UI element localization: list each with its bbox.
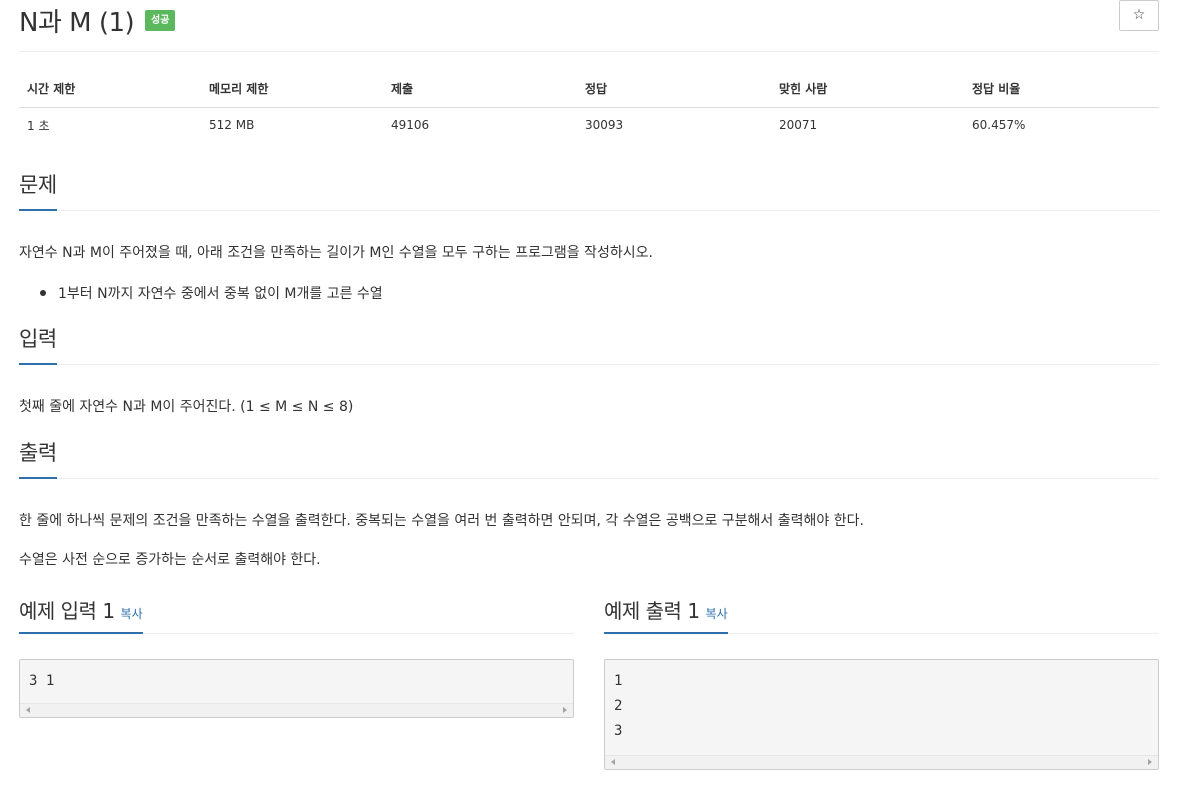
star-icon: ☆ <box>1132 7 1146 23</box>
sample-output-box[interactable]: 1 2 3 <box>604 659 1159 770</box>
header-time-limit: 시간 제한 <box>19 70 201 108</box>
sample-output-title: 예제 출력 1 <box>604 599 700 623</box>
status-badge: 성공 <box>145 10 176 31</box>
output-headline: 출력 <box>19 437 1159 479</box>
scroll-left-icon[interactable] <box>26 707 30 713</box>
accept-ratio-value: 60.457% <box>972 118 1026 133</box>
input-heading: 입력 <box>19 323 57 365</box>
list-item: 1부터 N까지 자연수 중에서 중복 없이 M개를 고른 수열 <box>40 283 383 303</box>
sample-output-headline: 예제 출력 1 복사 <box>604 596 1159 634</box>
sample-input-line: 3 1 <box>29 673 55 689</box>
sample-input-box[interactable]: 3 1 <box>19 659 574 718</box>
problem-header: N과 M (1) 성공 ☆ <box>19 0 1159 52</box>
description-text: 자연수 N과 M이 주어졌을 때, 아래 조건을 만족하는 길이가 M인 수열을… <box>19 245 653 261</box>
problem-info-table: 시간 제한 메모리 제한 제출 정답 맞힌 사람 정답 비율 1 초 512 M… <box>19 70 1159 143</box>
output-text: 한 줄에 하나씩 문제의 조건을 만족하는 수열을 출력한다. 중복되는 수열을… <box>19 513 864 529</box>
submissions-value: 49106 <box>391 118 430 133</box>
input-headline: 입력 <box>19 323 1159 365</box>
header-memory-limit: 메모리 제한 <box>201 70 383 108</box>
header-solved-users: 맞힌 사람 <box>771 70 964 108</box>
page-title: N과 M (1) <box>19 8 135 38</box>
sample-input-headline: 예제 입력 1 복사 <box>19 596 574 634</box>
sample-input-title: 예제 입력 1 <box>19 599 115 623</box>
table-row: 1 초 512 MB 49106 30093 20071 60.457% <box>19 107 1159 143</box>
input-text: 첫째 줄에 자연수 N과 M이 주어진다. (1 ≤ M ≤ N ≤ 8) <box>19 399 354 415</box>
scroll-right-icon[interactable] <box>563 707 567 713</box>
scroll-left-icon[interactable] <box>611 759 615 765</box>
description-heading: 문제 <box>19 169 57 211</box>
bullet-icon <box>40 290 46 296</box>
time-limit-value: 1 초 <box>27 118 50 133</box>
sample-output-line: 1 <box>614 673 623 689</box>
list-item-text: 1부터 N까지 자연수 중에서 중복 없이 M개를 고른 수열 <box>58 286 383 302</box>
output-heading: 출력 <box>19 437 57 479</box>
copy-sample-input-button[interactable]: 복사 <box>121 607 143 621</box>
scroll-right-icon[interactable] <box>1148 759 1152 765</box>
horizontal-scrollbar[interactable] <box>20 703 573 717</box>
horizontal-scrollbar[interactable] <box>605 755 1158 769</box>
solved-users-value: 20071 <box>779 118 818 133</box>
sample-output-line: 3 <box>614 723 623 739</box>
sample-input-heading: 예제 입력 1 복사 <box>19 595 143 634</box>
header-submissions: 제출 <box>383 70 577 108</box>
table-header-row: 시간 제한 메모리 제한 제출 정답 맞힌 사람 정답 비율 <box>19 70 1159 108</box>
favorite-button[interactable]: ☆ <box>1119 0 1159 31</box>
description-headline: 문제 <box>19 169 1159 211</box>
output-text-order: 수열은 사전 순으로 증가하는 순서로 출력해야 한다. <box>19 552 321 568</box>
header-accept-ratio: 정답 비율 <box>964 70 1159 108</box>
memory-limit-value: 512 MB <box>209 118 255 133</box>
header-accepted: 정답 <box>577 70 771 108</box>
copy-sample-output-button[interactable]: 복사 <box>706 607 728 621</box>
accepted-value: 30093 <box>585 118 624 133</box>
sample-output-heading: 예제 출력 1 복사 <box>604 595 728 634</box>
sample-output-line: 2 <box>614 698 623 714</box>
